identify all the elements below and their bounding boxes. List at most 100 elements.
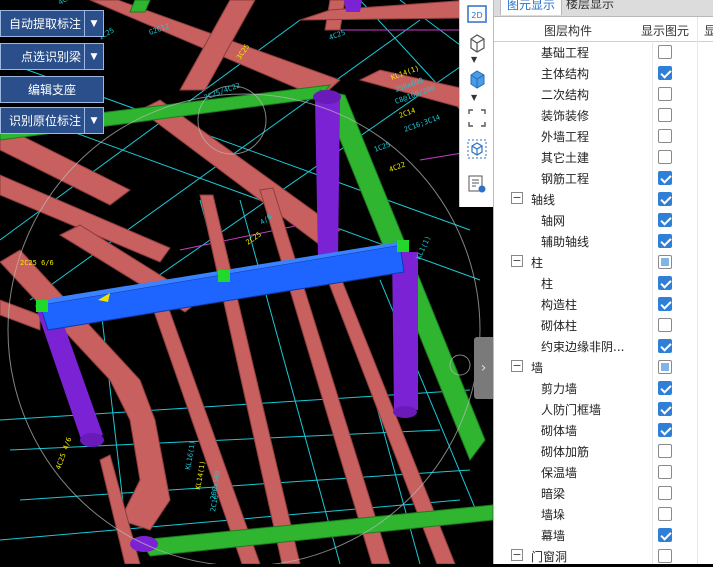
auto-extract-label-button[interactable]: 自动提取标注 ▼ <box>0 10 104 37</box>
button-label: 点选识别梁 <box>20 50 81 64</box>
layer-label: 保温墙 <box>541 466 578 480</box>
layer-label: 砌体加筋 <box>541 445 590 459</box>
show-layer-checkbox[interactable] <box>658 423 672 437</box>
collapse-icon[interactable]: − <box>511 360 523 372</box>
show-layer-checkbox[interactable] <box>658 339 672 353</box>
chevron-down-icon[interactable]: ▼ <box>84 11 103 36</box>
chevron-down-icon[interactable]: ▼ <box>84 44 103 69</box>
show-layer-checkbox[interactable] <box>658 297 672 311</box>
layer-label: 轴线 <box>531 193 556 207</box>
show-layer-checkbox[interactable] <box>658 234 672 248</box>
grip-point-end[interactable] <box>397 240 409 252</box>
layer-table-header: 图层构件 显示图元 显 <box>494 17 713 42</box>
layer-label: 轴网 <box>541 214 566 228</box>
layer-label: 外墙工程 <box>541 130 590 144</box>
layer-row[interactable]: 外墙工程 <box>494 126 713 147</box>
layer-row[interactable]: 柱 <box>494 273 713 294</box>
view-toolbar: 2D ▼ ▼ <box>459 0 493 207</box>
layer-label: 剪力墙 <box>541 382 578 396</box>
show-layer-checkbox[interactable] <box>658 87 672 101</box>
cube-select-icon[interactable] <box>464 137 489 161</box>
chevron-right-icon: › <box>480 360 487 376</box>
chevron-down-icon[interactable]: ▼ <box>471 93 477 102</box>
show-layer-checkbox[interactable] <box>658 507 672 521</box>
show-layer-checkbox[interactable] <box>658 108 672 122</box>
layer-label: 主体结构 <box>541 67 590 81</box>
column-header-layer: 图层构件 <box>544 24 593 38</box>
layer-row[interactable]: 约束边缘非阴... <box>494 336 713 357</box>
column-header-show: 显示图元 <box>641 24 690 38</box>
layer-row[interactable]: 辅助轴线 <box>494 231 713 252</box>
layer-row[interactable]: − 墙 <box>494 357 713 378</box>
panel-tabs: 图元显示 楼层显示 <box>494 0 713 17</box>
layer-row[interactable]: 构造柱 <box>494 294 713 315</box>
show-layer-checkbox[interactable] <box>658 276 672 290</box>
layer-row[interactable]: 砌体墙 <box>494 420 713 441</box>
collapse-icon[interactable]: − <box>511 549 523 561</box>
edit-support-button[interactable]: 编辑支座 <box>0 76 104 103</box>
layer-row[interactable]: 剪力墙 <box>494 378 713 399</box>
show-layer-checkbox[interactable] <box>658 402 672 416</box>
cube-wire-icon[interactable] <box>464 30 489 54</box>
show-layer-checkbox[interactable] <box>658 255 672 269</box>
show-layer-checkbox[interactable] <box>658 549 672 563</box>
layer-row[interactable]: 砌体柱 <box>494 315 713 336</box>
layer-row[interactable]: 暗梁 <box>494 483 713 504</box>
layer-row[interactable]: − 柱 <box>494 252 713 273</box>
show-layer-checkbox[interactable] <box>658 171 672 185</box>
column-header-extra: 显 <box>704 24 713 38</box>
identify-in-situ-label-button[interactable]: 识别原位标注 ▼ <box>0 107 104 134</box>
button-label: 自动提取标注 <box>8 17 81 31</box>
layer-row[interactable]: 主体结构 <box>494 63 713 84</box>
layer-row[interactable]: 人防门框墙 <box>494 399 713 420</box>
layer-row[interactable]: 保温墙 <box>494 462 713 483</box>
tab-element-display[interactable]: 图元显示 <box>500 0 563 15</box>
2d-view-icon[interactable]: 2D <box>464 2 489 26</box>
layer-row[interactable]: 基础工程 <box>494 42 713 63</box>
show-layer-checkbox[interactable] <box>658 381 672 395</box>
tab-floor-display[interactable]: 楼层显示 <box>560 0 620 14</box>
show-layer-checkbox[interactable] <box>658 213 672 227</box>
svg-text:2D: 2D <box>471 11 482 20</box>
layer-row[interactable]: 墙垛 <box>494 504 713 525</box>
show-layer-checkbox[interactable] <box>658 444 672 458</box>
layer-label: 墙垛 <box>541 508 566 522</box>
layer-label: 墙 <box>531 361 544 375</box>
show-layer-checkbox[interactable] <box>658 360 672 374</box>
collapse-icon[interactable]: − <box>511 192 523 204</box>
layer-row[interactable]: 其它土建 <box>494 147 713 168</box>
show-layer-checkbox[interactable] <box>658 318 672 332</box>
layer-row[interactable]: − 轴线 <box>494 189 713 210</box>
show-layer-checkbox[interactable] <box>658 465 672 479</box>
layer-label: 砌体柱 <box>541 319 578 333</box>
layer-label: 基础工程 <box>541 46 590 60</box>
chevron-down-icon[interactable]: ▼ <box>471 55 477 64</box>
cube-solid-icon[interactable] <box>464 66 489 90</box>
collapse-panel-handle[interactable]: › <box>474 337 493 399</box>
show-layer-checkbox[interactable] <box>658 150 672 164</box>
button-label: 编辑支座 <box>27 83 76 97</box>
grip-point-start[interactable] <box>36 300 48 312</box>
layer-row[interactable]: 二次结构 <box>494 84 713 105</box>
layer-row[interactable]: 钢筋工程 <box>494 168 713 189</box>
collapse-icon[interactable]: − <box>511 255 523 267</box>
show-layer-checkbox[interactable] <box>658 129 672 143</box>
layer-label: 砌体墙 <box>541 424 578 438</box>
show-layer-checkbox[interactable] <box>658 66 672 80</box>
layer-list-icon[interactable] <box>464 172 489 196</box>
point-identify-beam-button[interactable]: 点选识别梁 ▼ <box>0 43 104 70</box>
chevron-down-icon[interactable]: ▼ <box>84 108 103 133</box>
layer-label: 柱 <box>541 277 554 291</box>
layer-row[interactable]: 砌体加筋 <box>494 441 713 462</box>
grip-point-mid[interactable] <box>218 270 230 282</box>
beam-label: 2C25 6/6 <box>20 259 54 267</box>
fit-frame-icon[interactable] <box>464 106 489 130</box>
show-layer-checkbox[interactable] <box>658 528 672 542</box>
layer-label: 门窗洞 <box>531 550 568 564</box>
show-layer-checkbox[interactable] <box>658 45 672 59</box>
show-layer-checkbox[interactable] <box>658 192 672 206</box>
show-layer-checkbox[interactable] <box>658 486 672 500</box>
layer-row[interactable]: 装饰装修 <box>494 105 713 126</box>
layer-row[interactable]: 轴网 <box>494 210 713 231</box>
layer-row[interactable]: 幕墙 <box>494 525 713 546</box>
